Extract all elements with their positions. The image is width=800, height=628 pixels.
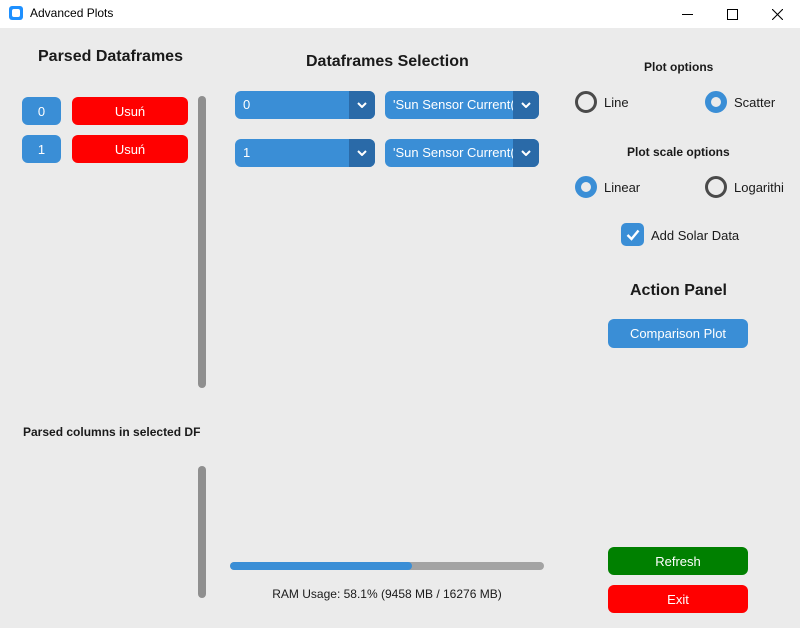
remove-dataframe-button[interactable]: Usuń [72, 135, 188, 163]
maximize-icon [726, 8, 738, 20]
ram-usage-label: RAM Usage: 58.1% (9458 MB / 16276 MB) [272, 587, 502, 601]
window-title: Advanced Plots [30, 6, 114, 20]
dataframe-select-value: 1 [243, 145, 251, 160]
dataframe-index-button[interactable]: 0 [22, 97, 61, 125]
ram-usage-progress-fill [230, 562, 413, 570]
dataframes-scrollbar[interactable] [198, 96, 206, 388]
minimize-button[interactable] [664, 0, 710, 28]
parsed-columns-heading: Parsed columns in selected DF [23, 425, 201, 439]
maximize-button[interactable] [709, 0, 755, 28]
scale-option-logarithmic[interactable]: Logarithi [705, 176, 800, 198]
scale-option-linear[interactable]: Linear [575, 176, 640, 198]
app-icon [9, 6, 23, 20]
chevron-down-icon[interactable] [349, 139, 375, 167]
radio-label: Logarithi [734, 179, 784, 195]
radio-label: Linear [604, 179, 641, 195]
chevron-down-icon[interactable] [349, 91, 375, 119]
plot-scale-options-heading: Plot scale options [627, 145, 730, 159]
column-select[interactable]: 'Sun Sensor Current(( [385, 91, 539, 119]
minimize-icon [681, 13, 693, 15]
dataframe-select[interactable]: 0 [235, 91, 375, 119]
dataframes-selection-heading: Dataframes Selection [306, 53, 469, 70]
plot-option-line[interactable]: Line [575, 91, 629, 113]
dataframe-index-button[interactable]: 1 [22, 135, 61, 163]
radio-button[interactable] [705, 176, 727, 198]
plot-options-heading: Plot options [644, 60, 714, 74]
columns-scrollbar[interactable] [198, 466, 206, 598]
exit-button[interactable]: Exit [608, 585, 748, 613]
remove-dataframe-button[interactable]: Usuń [72, 97, 188, 125]
radio-label: Scatter [734, 94, 776, 110]
close-icon [771, 8, 783, 20]
column-select-value: 'Sun Sensor Current(( [393, 145, 520, 160]
parsed-dataframes-heading: Parsed Dataframes [38, 48, 183, 65]
ram-usage-progress-bar [230, 562, 544, 570]
checkmark-icon [626, 229, 639, 241]
action-panel-heading: Action Panel [630, 282, 727, 299]
add-solar-data-checkbox[interactable] [621, 223, 644, 246]
plot-option-scatter[interactable]: Scatter [705, 91, 775, 113]
refresh-button[interactable]: Refresh [608, 547, 748, 575]
chevron-down-icon[interactable] [513, 139, 539, 167]
dataframe-select-value: 0 [243, 97, 251, 112]
column-select[interactable]: 'Sun Sensor Current(( [385, 139, 539, 167]
close-button[interactable] [754, 0, 800, 28]
comparison-plot-button[interactable]: Comparison Plot [608, 319, 748, 348]
title-bar: Advanced Plots [0, 0, 800, 28]
radio-button[interactable] [575, 176, 597, 198]
radio-label: Line [604, 94, 629, 110]
radio-button[interactable] [575, 91, 597, 113]
add-solar-data-label: Add Solar Data [651, 228, 740, 243]
column-select-value: 'Sun Sensor Current(( [393, 97, 520, 112]
dataframe-select[interactable]: 1 [235, 139, 375, 167]
radio-button[interactable] [705, 91, 727, 113]
chevron-down-icon[interactable] [513, 91, 539, 119]
